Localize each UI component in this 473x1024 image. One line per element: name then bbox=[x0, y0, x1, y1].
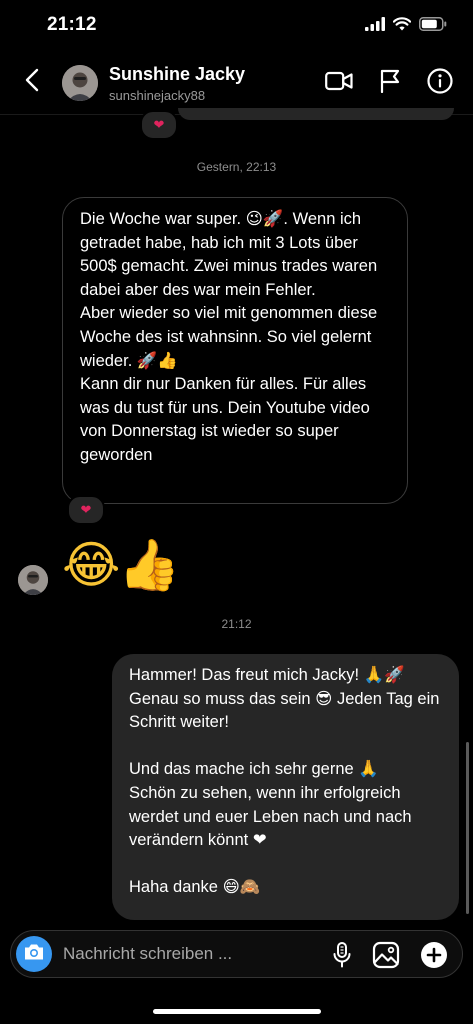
heart-reaction[interactable]: ❤ bbox=[140, 110, 178, 140]
scrollbar[interactable] bbox=[466, 742, 469, 914]
status-bar: 21:12 bbox=[0, 0, 473, 52]
composer-actions bbox=[332, 941, 448, 969]
outgoing-message[interactable]: Hammer! Das freut mich Jacky! 🙏🚀 Genau s… bbox=[112, 654, 459, 920]
status-icons bbox=[365, 17, 447, 36]
heart-reaction[interactable]: ❤ bbox=[67, 495, 105, 525]
video-call-icon[interactable] bbox=[325, 70, 353, 92]
previous-message-bubble[interactable] bbox=[178, 108, 454, 120]
camera-icon bbox=[23, 943, 45, 966]
wifi-icon bbox=[392, 17, 412, 36]
back-button[interactable] bbox=[18, 66, 46, 98]
camera-button[interactable] bbox=[16, 936, 52, 972]
home-indicator[interactable] bbox=[153, 1009, 321, 1014]
status-time: 21:12 bbox=[47, 14, 97, 35]
message-timestamp: 21:12 bbox=[221, 617, 252, 631]
microphone-icon[interactable] bbox=[332, 941, 352, 969]
contact-handle[interactable]: sunshinejacky88 bbox=[109, 88, 205, 103]
incoming-message[interactable]: Die Woche war super. 😉🚀. Wenn ich getrad… bbox=[62, 197, 408, 504]
avatar[interactable] bbox=[62, 65, 98, 101]
message-timestamp: Gestern, 22:13 bbox=[196, 160, 277, 174]
chat-header: Sunshine Jacky sunshinejacky88 bbox=[0, 52, 473, 115]
message-composer bbox=[10, 930, 463, 978]
sender-avatar[interactable] bbox=[18, 565, 48, 595]
add-icon[interactable] bbox=[420, 941, 448, 969]
flag-icon[interactable] bbox=[379, 69, 401, 93]
back-icon bbox=[24, 68, 40, 97]
message-input[interactable] bbox=[63, 940, 323, 968]
gallery-icon[interactable] bbox=[372, 941, 400, 969]
signal-icon bbox=[365, 17, 385, 36]
info-icon[interactable] bbox=[427, 68, 453, 94]
header-actions bbox=[325, 68, 453, 94]
contact-name[interactable]: Sunshine Jacky bbox=[109, 64, 245, 85]
emoji-message[interactable]: 😂👍 bbox=[62, 535, 181, 595]
battery-icon bbox=[419, 17, 447, 36]
